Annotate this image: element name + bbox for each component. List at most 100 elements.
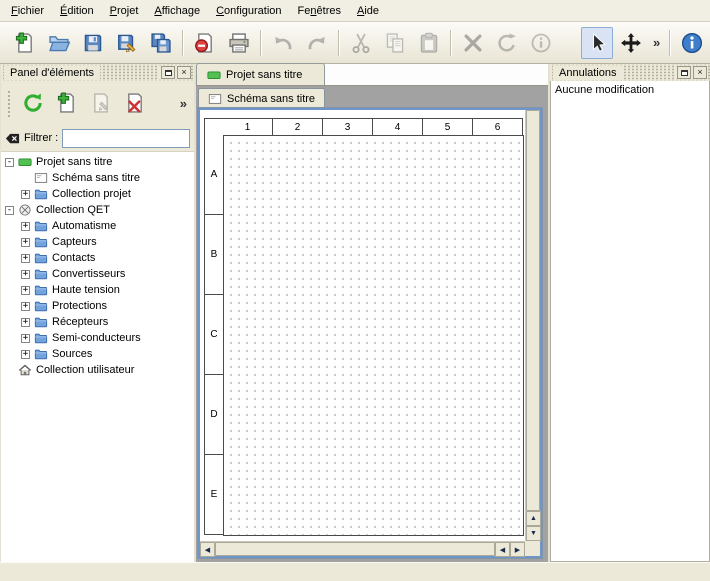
panel-toolbar-extension-button[interactable]: »: [176, 96, 191, 111]
tree-item-label: Convertisseurs: [52, 268, 129, 280]
copy-button[interactable]: [379, 27, 411, 59]
menu-aide[interactable]: Aide: [349, 2, 387, 20]
scroll-left-button[interactable]: ◀: [200, 542, 215, 557]
new-file-button[interactable]: [9, 27, 41, 59]
diagram-viewport[interactable]: 123456 ABCDE: [200, 110, 525, 541]
column-header-cell: 1: [223, 118, 273, 136]
scroll-down-button[interactable]: ▼: [526, 526, 541, 541]
tree-item-automatisme[interactable]: +Automatisme: [3, 218, 194, 234]
redo-button[interactable]: [301, 27, 333, 59]
row-header-cell: D: [204, 375, 224, 455]
project-icon: [207, 68, 221, 82]
float-icon: [165, 70, 172, 76]
paste-button[interactable]: [413, 27, 445, 59]
close-file-button[interactable]: [189, 27, 221, 59]
filter-input[interactable]: [62, 129, 190, 148]
close-dock-button[interactable]: ×: [693, 66, 707, 79]
tree-item-recepteurs[interactable]: +Récepteurs: [3, 314, 194, 330]
delete-element-button[interactable]: [119, 87, 151, 119]
tree-item-semi-conducteurs[interactable]: + Semi-conducteurs: [3, 330, 194, 346]
float-dock-button[interactable]: [161, 66, 175, 79]
reload-collections-button[interactable]: [17, 87, 49, 119]
menu-configuration[interactable]: Configuration: [208, 2, 289, 20]
tree-item-label: Capteurs: [52, 236, 101, 248]
tree-item-label: Semi-conducteurs: [52, 332, 145, 344]
scroll-right-button[interactable]: ▶: [510, 542, 525, 557]
expand-icon[interactable]: +: [21, 302, 30, 311]
cut-button[interactable]: [345, 27, 377, 59]
paste-icon: [418, 32, 440, 54]
expand-icon[interactable]: +: [21, 222, 30, 231]
open-file-button[interactable]: [43, 27, 75, 59]
float-dock-button[interactable]: [677, 66, 691, 79]
undo-button[interactable]: [267, 27, 299, 59]
expand-icon[interactable]: +: [21, 238, 30, 247]
save-as-button[interactable]: [111, 27, 143, 59]
tree-item-contacts[interactable]: +Contacts: [3, 250, 194, 266]
toolbar-extension-button[interactable]: »: [648, 35, 665, 50]
expand-icon[interactable]: +: [21, 350, 30, 359]
expand-icon[interactable]: +: [21, 190, 30, 199]
clear-filter-button[interactable]: [5, 131, 20, 146]
scrollbar-corner: [525, 541, 540, 556]
scroll-left-button-2[interactable]: ◀: [495, 542, 510, 557]
scroll-right-icon: ▶: [515, 546, 520, 554]
tree-item-schema-sans-titre[interactable]: Schéma sans titre: [3, 170, 194, 186]
expand-icon[interactable]: +: [21, 270, 30, 279]
vertical-scrollbar-thumb[interactable]: [526, 110, 540, 511]
tree-item-projet-sans-titre[interactable]: -Projet sans titre: [3, 154, 194, 170]
collapse-icon[interactable]: -: [5, 158, 14, 167]
undo-empty-item[interactable]: Aucune modification: [555, 84, 705, 96]
undo-panel-titlebar[interactable]: Annulations ×: [550, 64, 710, 81]
rotate-button[interactable]: [491, 27, 523, 59]
undo-list[interactable]: Aucune modification: [550, 81, 710, 562]
scroll-left-icon: ◀: [500, 546, 505, 554]
diagram-canvas[interactable]: [223, 135, 524, 536]
toolbar-separator: [260, 30, 262, 56]
print-button[interactable]: [223, 27, 255, 59]
scroll-left-icon: ◀: [205, 546, 210, 554]
expand-icon[interactable]: +: [21, 286, 30, 295]
mdi-workspace: Schéma sans titre 123456 ABCDE: [196, 86, 548, 562]
vertical-scrollbar[interactable]: ▲ ▼: [525, 110, 540, 541]
tree-item-collection-qet[interactable]: -Collection QET: [3, 202, 194, 218]
tree-item-capteurs[interactable]: + Capteurs: [3, 234, 194, 250]
tree-item-convertisseurs[interactable]: + Convertisseurs: [3, 266, 194, 282]
horizontal-scrollbar[interactable]: ◀ ◀ ▶: [200, 541, 525, 556]
select-mode-button[interactable]: [581, 27, 613, 59]
menu-affichage[interactable]: Affichage: [146, 2, 208, 20]
panel-toolbar-grip[interactable]: [6, 89, 12, 117]
save-button[interactable]: [77, 27, 109, 59]
horizontal-scrollbar-thumb[interactable]: [215, 542, 495, 556]
tab-diagram[interactable]: Schéma sans titre: [198, 88, 325, 108]
tree-item-protections[interactable]: +Protections: [3, 298, 194, 314]
save-all-button[interactable]: [145, 27, 177, 59]
edit-element-button[interactable]: [85, 87, 117, 119]
folder-icon: [34, 315, 48, 329]
delete-button[interactable]: [457, 27, 489, 59]
tree-item-collection-projet[interactable]: +Collection projet: [3, 186, 194, 202]
collapse-icon[interactable]: -: [5, 206, 14, 215]
elements-panel-titlebar[interactable]: Panel d'éléments ×: [1, 64, 194, 81]
tree-item-haute-tension[interactable]: +Haute tension: [3, 282, 194, 298]
column-header-cell: 3: [323, 118, 373, 136]
close-dock-button[interactable]: ×: [177, 66, 191, 79]
row-header-cell: A: [204, 135, 224, 215]
tree-item-label: Schéma sans titre: [52, 172, 144, 184]
menu-edition[interactable]: Édition: [52, 2, 102, 20]
new-element-button[interactable]: [51, 87, 83, 119]
about-button[interactable]: [676, 27, 708, 59]
tab-project[interactable]: Projet sans titre: [196, 63, 325, 85]
menu-fenetres[interactable]: Fenêtres: [290, 2, 349, 20]
element-info-button[interactable]: [525, 27, 557, 59]
tree-item-collection-utilisateur[interactable]: Collection utilisateur: [3, 362, 194, 378]
expand-icon[interactable]: +: [21, 318, 30, 327]
scroll-up-button[interactable]: ▲: [526, 511, 541, 526]
pan-mode-button[interactable]: [615, 27, 647, 59]
ruler-corner: [204, 118, 224, 136]
expand-icon[interactable]: +: [21, 334, 30, 343]
expand-icon[interactable]: +: [21, 254, 30, 263]
menu-projet[interactable]: Projet: [102, 2, 147, 20]
menu-fichier[interactable]: Fichier: [3, 2, 52, 20]
tree-item-sources[interactable]: +Sources: [3, 346, 194, 362]
